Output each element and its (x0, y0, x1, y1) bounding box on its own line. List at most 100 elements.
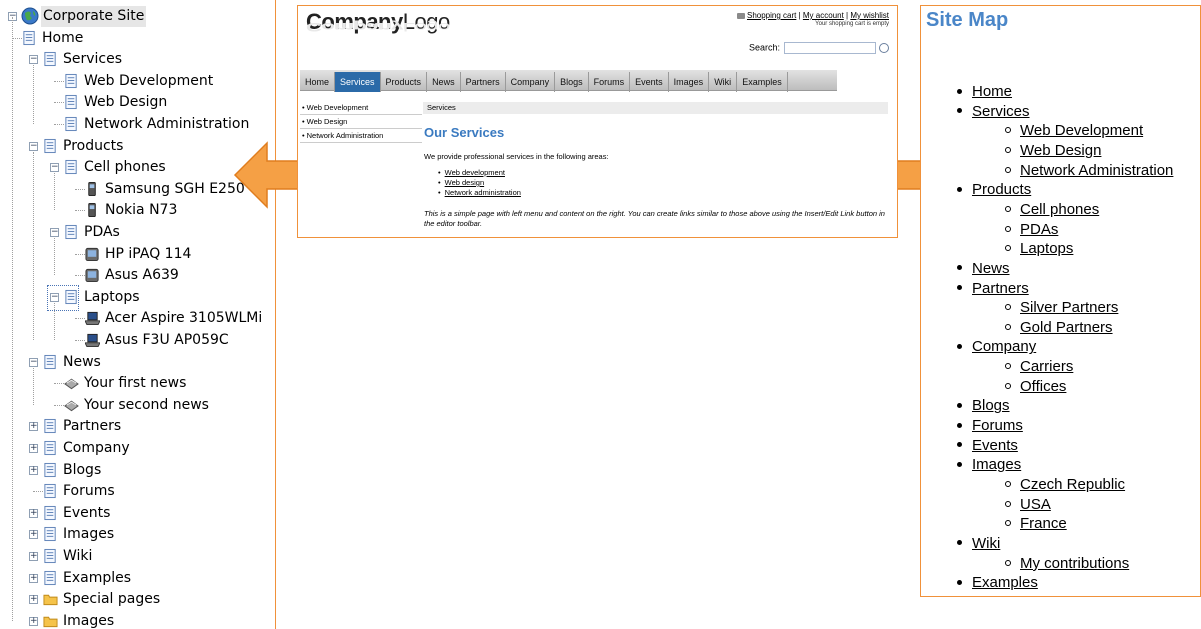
sitemap-sublink[interactable]: Silver Partners (1020, 299, 1118, 316)
sitemap-item[interactable]: Blogs (957, 396, 1010, 415)
sitemap-link[interactable]: Products (972, 181, 1031, 198)
sitemap-sublink[interactable]: Offices (1020, 378, 1066, 395)
sitemap-item[interactable]: Events (957, 436, 1018, 455)
folder-icon (43, 616, 58, 627)
connector-line (75, 188, 85, 190)
sitemap-subitem[interactable]: My contributions (1005, 554, 1129, 573)
sitemap-link[interactable]: Images (972, 456, 1021, 473)
search-icon[interactable] (879, 43, 889, 53)
nav-item-home[interactable]: Home (300, 72, 336, 92)
sitemap-subitem[interactable]: Carriers (1005, 357, 1073, 376)
sitemap-sublink[interactable]: PDAs (1020, 221, 1058, 238)
sitemap-subitem[interactable]: Silver Partners (1005, 298, 1118, 317)
left-menu-item[interactable]: Web Development (300, 101, 422, 115)
sitemap-item[interactable]: Images (957, 455, 1021, 474)
nav-item-services[interactable]: Services (335, 72, 381, 92)
sitemap-sublink[interactable]: Czech Republic (1020, 476, 1125, 493)
sitemap-link[interactable]: Examples (972, 574, 1038, 591)
sitemap-sublink[interactable]: My contributions (1020, 555, 1129, 572)
expand-icon[interactable]: + (29, 616, 38, 626)
connector-line (75, 275, 85, 277)
shopping-cart-link[interactable]: Shopping cart (747, 11, 796, 20)
nav-item-products[interactable]: Products (381, 72, 428, 92)
nav-item-wiki[interactable]: Wiki (709, 72, 738, 92)
sitemap-item[interactable]: Wiki (957, 534, 1000, 553)
expand-icon[interactable]: + (29, 595, 38, 605)
sitemap-item[interactable]: Home (957, 82, 1012, 101)
sitemap-item[interactable]: Products (957, 180, 1031, 199)
sitemap-subitem[interactable]: Network Administration (1005, 161, 1173, 180)
nav-item-events[interactable]: Events (630, 72, 669, 92)
sitemap-subitem[interactable]: Web Development (1005, 121, 1143, 140)
sitemap-sublink[interactable]: Laptops (1020, 240, 1073, 257)
expand-icon[interactable]: + (29, 465, 38, 475)
sitemap-link[interactable]: Services (972, 103, 1030, 120)
tree-root-label: Corporate Site (41, 6, 147, 27)
sitemap-link[interactable]: Home (972, 83, 1012, 100)
sitemap-link[interactable]: Blogs (972, 397, 1010, 414)
service-link[interactable]: Network administration (438, 188, 521, 198)
tree-node-label: Web Development (84, 72, 214, 89)
expand-icon[interactable]: + (29, 551, 38, 561)
nav-item-forums[interactable]: Forums (589, 72, 631, 92)
nav-item-partners[interactable]: Partners (461, 72, 506, 92)
page-icon (44, 462, 56, 477)
sitemap-sublink[interactable]: France (1020, 515, 1067, 532)
sitemap-link[interactable]: Events (972, 437, 1018, 454)
pda-icon (85, 247, 99, 261)
sitemap-link[interactable]: Forums (972, 417, 1023, 434)
expand-icon[interactable]: + (29, 508, 38, 518)
sitemap-subitem[interactable]: Cell phones (1005, 200, 1099, 219)
my-wishlist-link[interactable]: My wishlist (850, 11, 889, 20)
sitemap-subitem[interactable]: Offices (1005, 377, 1066, 396)
sitemap-link[interactable]: News (972, 260, 1010, 277)
my-account-link[interactable]: My account (803, 11, 844, 20)
sitemap-sublink[interactable]: Web Development (1020, 122, 1143, 139)
search-box: Search: (749, 42, 889, 54)
sitemap-sublink[interactable]: Gold Partners (1020, 319, 1113, 336)
nav-item-blogs[interactable]: Blogs (555, 72, 589, 92)
collapse-icon[interactable]: − (29, 141, 38, 151)
sitemap-subitem[interactable]: Czech Republic (1005, 475, 1125, 494)
expand-icon[interactable]: + (29, 422, 38, 432)
expand-icon[interactable]: + (29, 443, 38, 453)
search-input[interactable] (784, 42, 876, 54)
nav-item-examples[interactable]: Examples (737, 72, 788, 92)
nav-item-news[interactable]: News (427, 72, 461, 92)
search-label: Search: (748, 42, 780, 53)
collapse-icon[interactable]: − (29, 55, 38, 65)
sitemap-subitem[interactable]: Web Design (1005, 141, 1101, 160)
sitemap-subitem[interactable]: Gold Partners (1005, 318, 1113, 337)
expand-icon[interactable]: + (29, 530, 38, 540)
left-menu-item[interactable]: Web Design (300, 115, 422, 129)
sitemap-item[interactable]: News (957, 259, 1010, 278)
service-link[interactable]: Web development (438, 168, 521, 178)
sitemap-sublink[interactable]: USA (1020, 496, 1051, 513)
collapse-icon[interactable]: − (50, 163, 59, 173)
sitemap-link[interactable]: Partners (972, 280, 1029, 297)
sitemap-link[interactable]: Wiki (972, 535, 1000, 552)
left-menu-item[interactable]: Network Administration (300, 129, 422, 143)
sitemap-item[interactable]: Forums (957, 416, 1023, 435)
sitemap-subitem[interactable]: PDAs (1005, 220, 1058, 239)
nav-item-company[interactable]: Company (506, 72, 556, 92)
sitemap-subitem[interactable]: France (1005, 514, 1067, 533)
expand-icon[interactable]: + (29, 573, 38, 583)
sitemap-sublink[interactable]: Cell phones (1020, 201, 1099, 218)
sitemap-link[interactable]: Company (972, 338, 1036, 355)
sitemap-item[interactable]: Partners (957, 279, 1029, 298)
sitemap-item[interactable]: Services (957, 102, 1030, 121)
sitemap-item[interactable]: Examples (957, 573, 1038, 592)
tree-node-label: Blogs (63, 461, 102, 478)
sitemap-sublink[interactable]: Web Design (1020, 142, 1101, 159)
nav-item-images[interactable]: Images (669, 72, 710, 92)
sitemap-subitem[interactable]: Laptops (1005, 239, 1073, 258)
collapse-icon[interactable]: − (50, 227, 59, 237)
collapse-icon[interactable]: − (29, 357, 38, 367)
sitemap-subitem[interactable]: USA (1005, 495, 1051, 514)
bullet-icon (957, 442, 962, 448)
sitemap-item[interactable]: Company (957, 337, 1036, 356)
sitemap-sublink[interactable]: Network Administration (1020, 162, 1173, 179)
service-link[interactable]: Web design (438, 178, 521, 188)
sitemap-sublink[interactable]: Carriers (1020, 358, 1073, 375)
